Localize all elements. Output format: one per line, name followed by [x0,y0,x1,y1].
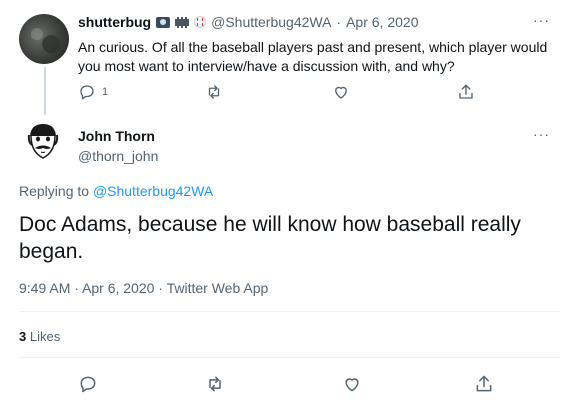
share-icon [459,84,473,99]
heart-icon [335,86,347,99]
camera-emoji-icon [156,16,171,28]
reply-avatar[interactable] [19,118,67,166]
parent-text-line1: An curious. Of all the baseball players … [78,39,548,55]
thread-line [44,67,46,115]
replying-to-handle-link[interactable]: @Shutterbug42WA [93,183,213,199]
share-button[interactable] [474,374,494,394]
film-emoji-icon [175,16,190,28]
parent-text: An curious. Of all the baseball players … [78,38,547,76]
likes-label: Likes [29,329,61,344]
likes-summary[interactable]: 3 Likes [19,329,60,344]
parent-retweet-button[interactable] [205,83,223,101]
parent-like-button[interactable] [332,83,350,101]
replying-to-prefix: Replying to [19,183,93,199]
likes-count: 3 [19,329,27,344]
retweet-icon [208,85,220,99]
retweet-button[interactable] [205,374,225,394]
avatar-photo [31,28,60,53]
reply-handle[interactable]: @thorn_john [78,148,158,164]
parent-share-button[interactable] [457,83,475,101]
parent-avatar[interactable] [19,14,69,64]
like-button[interactable] [342,374,362,394]
parent-text-line2: you most want to interview/have a discus… [78,58,455,74]
parent-handle[interactable]: @Shutterbug42WA [211,14,331,30]
parent-sep: · [336,14,342,30]
parent-date[interactable]: Apr 6, 2020 [346,14,418,30]
parent-header: shutterbug @Shutterbug42WA · Apr 6, 2020 [78,14,418,30]
reply-text-line2: began. [19,240,84,263]
parent-more-icon[interactable]: ··· [533,12,550,28]
avatar-drawing [27,124,59,159]
reply-display-name[interactable]: John Thorn [78,128,155,144]
reply-icon [80,85,94,100]
divider-bottom [19,357,560,358]
reply-more-icon[interactable]: ··· [533,126,550,142]
reply-timestamp[interactable]: 9:49 AM · Apr 6, 2020 · Twitter Web App [19,280,268,296]
retweet-icon [209,376,221,392]
baseball-emoji-icon [194,16,207,28]
replying-to: Replying to @Shutterbug42WA [19,183,213,199]
parent-display-name[interactable]: shutterbug [78,14,151,30]
share-icon [476,375,492,392]
parent-reply-button[interactable]: 1 [78,83,108,101]
reply-text-line1: Doc Adams, because he will know how base… [19,213,521,236]
reply-text: Doc Adams, because he will know how base… [19,211,521,265]
divider-top [19,311,560,312]
parent-reply-count: 1 [102,86,109,98]
reply-button[interactable] [78,374,98,394]
heart-icon [345,378,359,392]
reply-icon [80,376,96,393]
